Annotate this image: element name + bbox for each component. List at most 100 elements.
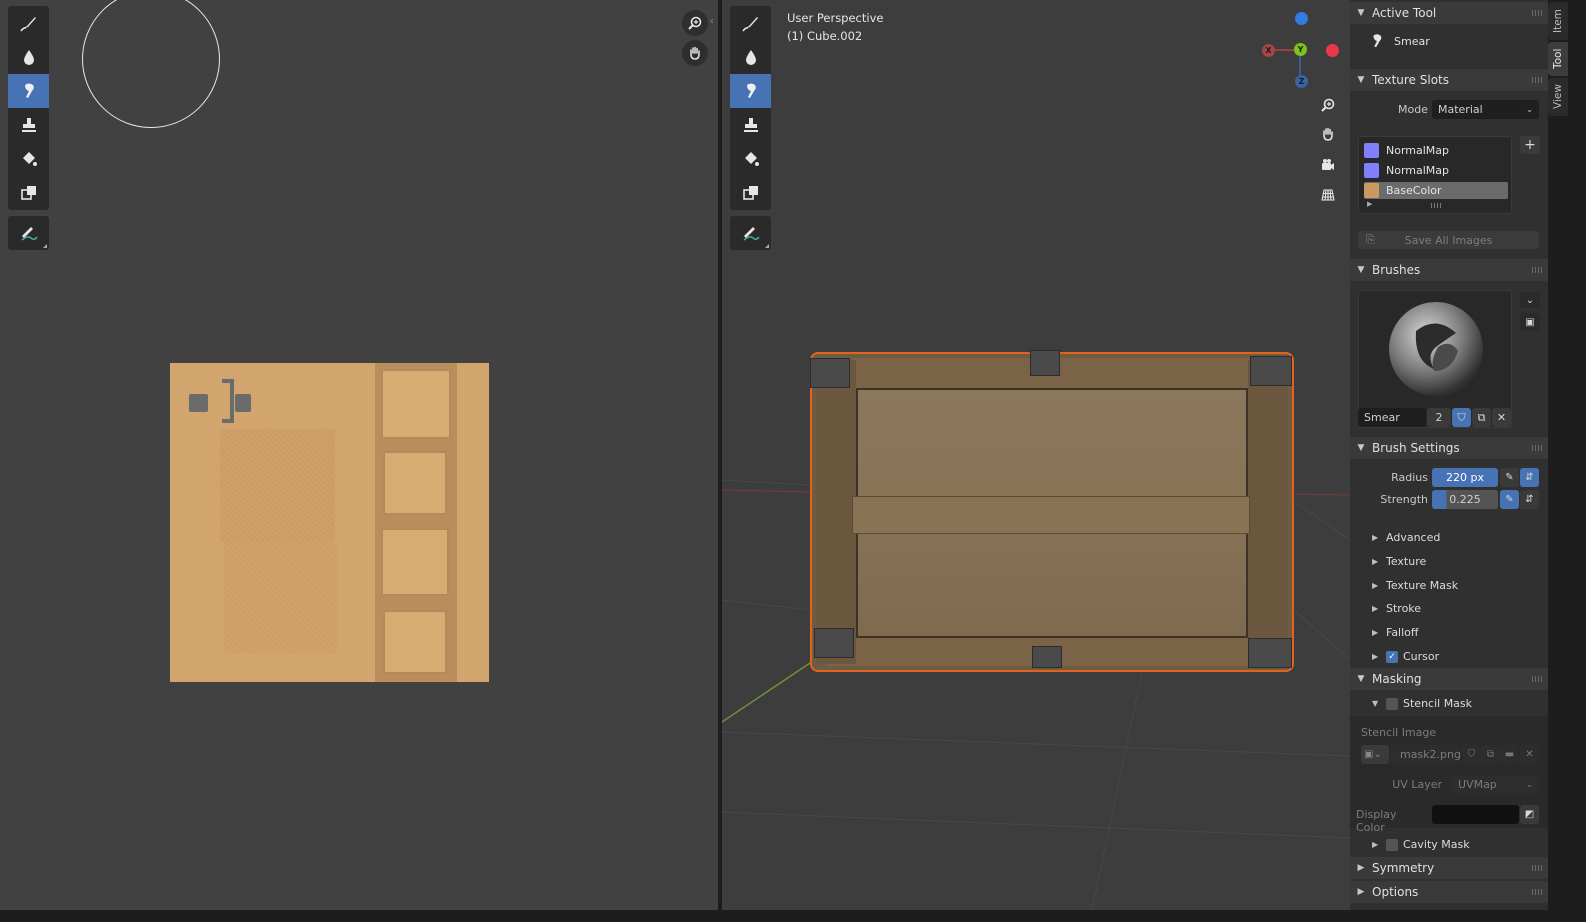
image-editor[interactable]: ‹ bbox=[0, 0, 718, 910]
mask-tool[interactable] bbox=[730, 176, 771, 210]
filter-toggle-icon[interactable]: ▶ bbox=[1367, 200, 1372, 208]
smear-tool[interactable] bbox=[730, 74, 771, 108]
uv-layer-select[interactable]: UVMap ⌄ bbox=[1452, 775, 1539, 794]
list-item[interactable]: NormalMap bbox=[1364, 142, 1508, 159]
subpanel-stencil-mask[interactable]: ▼ Stencil Mask bbox=[1372, 697, 1472, 710]
tab-item[interactable]: Item bbox=[1548, 2, 1568, 40]
chevron-down-icon: ⌄ bbox=[1526, 780, 1533, 789]
duplicate-image-button[interactable]: ⧉ bbox=[1481, 745, 1500, 764]
drag-handle-icon[interactable] bbox=[1532, 889, 1542, 895]
pan-button[interactable] bbox=[682, 40, 708, 66]
radius-field[interactable]: 220 px bbox=[1432, 468, 1498, 487]
options-header[interactable]: ▶ Options bbox=[1350, 881, 1548, 903]
draw-tool[interactable] bbox=[8, 6, 49, 40]
resize-handle-icon[interactable] bbox=[1431, 203, 1441, 208]
axis-x-positive[interactable] bbox=[1326, 44, 1339, 57]
panel-title: Active Tool bbox=[1372, 6, 1437, 20]
tab-tool[interactable]: Tool bbox=[1548, 42, 1568, 76]
drag-handle-icon[interactable] bbox=[1532, 865, 1542, 871]
soften-tool[interactable] bbox=[730, 40, 771, 74]
subpanel-advanced[interactable]: ▶ Advanced bbox=[1372, 531, 1440, 544]
fake-user-button[interactable]: ⛉ bbox=[1452, 408, 1471, 427]
brush-settings-header[interactable]: ▼ Brush Settings bbox=[1350, 437, 1548, 459]
annotate-tool[interactable] bbox=[8, 216, 49, 250]
zoom-button[interactable] bbox=[1315, 92, 1341, 118]
radius-pressure-button[interactable]: ✎ bbox=[1500, 468, 1519, 487]
active-tool-header[interactable]: ▼ Active Tool bbox=[1350, 2, 1548, 24]
brush-users-count[interactable]: 2 bbox=[1427, 408, 1451, 427]
list-item[interactable]: NormalMap bbox=[1364, 162, 1508, 179]
subpanel-cavity-mask[interactable]: ▶ Cavity Mask bbox=[1372, 838, 1470, 851]
cavity-mask-checkbox[interactable] bbox=[1386, 838, 1398, 851]
drag-handle-icon[interactable] bbox=[1532, 77, 1542, 83]
clone-tool[interactable] bbox=[730, 108, 771, 142]
drag-handle-icon[interactable] bbox=[1532, 10, 1542, 16]
pan-button[interactable] bbox=[1315, 121, 1341, 147]
strength-slider[interactable]: 0.225 bbox=[1432, 490, 1498, 509]
axis-y-positive[interactable]: Y bbox=[1294, 43, 1307, 56]
annotate-tool[interactable] bbox=[730, 216, 771, 250]
brush-image-button[interactable]: ▣ bbox=[1520, 313, 1540, 331]
camera-view-button[interactable] bbox=[1315, 152, 1341, 178]
subpanel-stroke[interactable]: ▶ Stroke bbox=[1372, 602, 1421, 615]
fill-tool[interactable] bbox=[730, 142, 771, 176]
duplicate-brush-button[interactable]: ⧉ bbox=[1472, 408, 1491, 427]
image-editor-toolbar bbox=[8, 6, 49, 256]
subpanel-texture-mask[interactable]: ▶ Texture Mask bbox=[1372, 579, 1458, 592]
drag-handle-icon[interactable] bbox=[1532, 676, 1542, 682]
drag-handle-icon[interactable] bbox=[1532, 445, 1542, 451]
add-slot-button[interactable]: + bbox=[1520, 136, 1540, 154]
image-browse-button[interactable]: ▣⌄ bbox=[1361, 745, 1389, 764]
subpanel-texture[interactable]: ▶ Texture bbox=[1372, 555, 1426, 568]
texture-island bbox=[222, 379, 234, 423]
tab-view[interactable]: View bbox=[1548, 78, 1568, 116]
mask-tool[interactable] bbox=[8, 176, 49, 210]
subpanel-label: Falloff bbox=[1386, 626, 1419, 639]
axis-x-negative[interactable]: X bbox=[1262, 44, 1275, 57]
brushes-header[interactable]: ▼ Brushes bbox=[1350, 259, 1548, 281]
draw-tool[interactable] bbox=[730, 6, 771, 40]
subpanel-cursor[interactable]: ▶ ✓ Cursor bbox=[1372, 650, 1439, 663]
display-color-label: Display Color bbox=[1356, 808, 1397, 834]
mode-select[interactable]: Material ⌄ bbox=[1432, 100, 1539, 119]
unlink-brush-button[interactable]: ✕ bbox=[1492, 408, 1511, 427]
masking-header[interactable]: ▼ Masking bbox=[1350, 668, 1548, 690]
unlink-image-button[interactable]: ✕ bbox=[1520, 745, 1539, 764]
fake-user-button[interactable]: ⛉ bbox=[1462, 745, 1481, 764]
zoom-button[interactable] bbox=[682, 10, 708, 36]
stencil-mask-checkbox[interactable] bbox=[1386, 697, 1398, 710]
texture-slots-header[interactable]: ▼ Texture Slots bbox=[1350, 69, 1548, 91]
texture-slot-list[interactable]: NormalMap NormalMap BaseColor ▶ bbox=[1358, 136, 1512, 214]
3d-viewport[interactable]: User Perspective (1) Cube.002 X Y Z bbox=[722, 0, 1350, 910]
smear-tool[interactable] bbox=[8, 74, 49, 108]
symmetry-header[interactable]: ▶ Symmetry bbox=[1350, 857, 1548, 879]
collapse-arrow-icon[interactable]: ‹ bbox=[710, 16, 714, 27]
texture-image[interactable] bbox=[170, 363, 489, 682]
soften-tool[interactable] bbox=[8, 40, 49, 74]
axis-z-positive[interactable] bbox=[1295, 12, 1308, 25]
display-color-swatch[interactable] bbox=[1432, 805, 1519, 824]
brush-menu-button[interactable]: ⌄ bbox=[1520, 292, 1540, 308]
drag-handle-icon[interactable] bbox=[1532, 267, 1542, 273]
cursor-checkbox[interactable]: ✓ bbox=[1386, 650, 1398, 663]
strength-pressure-button[interactable]: ✎ bbox=[1500, 490, 1519, 509]
radius-unit-toggle[interactable]: ⇵ bbox=[1520, 468, 1539, 487]
axis-z-negative[interactable]: Z bbox=[1295, 75, 1308, 88]
paint-tools-group bbox=[8, 6, 49, 210]
brush-name-field[interactable]: Smear bbox=[1358, 408, 1426, 427]
eyedropper-button[interactable]: ◩ bbox=[1520, 805, 1539, 824]
strength-unified-toggle[interactable]: ⇵ bbox=[1520, 490, 1539, 509]
fill-tool[interactable] bbox=[8, 142, 49, 176]
save-all-images-button[interactable]: ⎘ Save All Images bbox=[1358, 231, 1539, 249]
subpanel-falloff[interactable]: ▶ Falloff bbox=[1372, 626, 1418, 639]
list-item-selected[interactable]: BaseColor bbox=[1364, 182, 1508, 199]
active-tool-row[interactable]: Smear bbox=[1368, 32, 1430, 50]
expand-down-icon: ▼ bbox=[1357, 8, 1365, 18]
open-image-button[interactable]: ▬ bbox=[1500, 745, 1519, 764]
crate-object[interactable] bbox=[810, 350, 1294, 672]
clone-tool[interactable] bbox=[8, 108, 49, 142]
stencil-image-field[interactable]: mask2.png bbox=[1390, 745, 1461, 764]
perspective-toggle-button[interactable] bbox=[1315, 182, 1341, 208]
slot-name: BaseColor bbox=[1386, 184, 1442, 197]
stencil-image-name: mask2.png bbox=[1400, 748, 1461, 761]
